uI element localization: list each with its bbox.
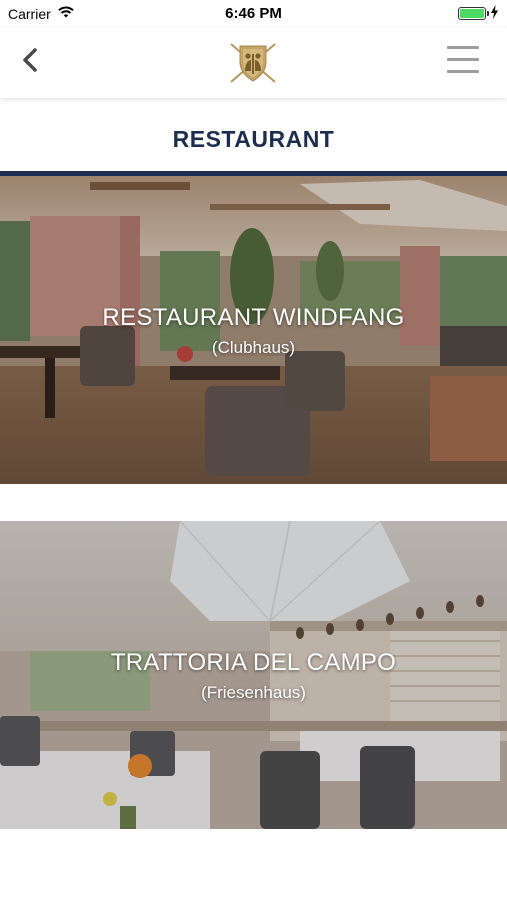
status-time: 6:46 PM bbox=[225, 5, 282, 22]
restaurant-card-trattoria[interactable]: TRATTORIA DEL CAMPO (Friesenhaus) bbox=[0, 521, 507, 829]
hamburger-menu-icon bbox=[447, 46, 479, 49]
status-bar: Carrier 6:46 PM bbox=[0, 0, 507, 28]
nav-bar bbox=[0, 28, 507, 98]
hamburger-menu-button[interactable] bbox=[447, 46, 481, 76]
restaurant-name: RESTAURANT WINDFANG bbox=[102, 304, 405, 331]
restaurant-windfang-text: RESTAURANT WINDFANG (Clubhaus) bbox=[0, 304, 507, 358]
restaurant-location: (Friesenhaus) bbox=[201, 683, 306, 702]
trattoria-text: TRATTORIA DEL CAMPO (Friesenhaus) bbox=[0, 649, 507, 703]
restaurant-location: (Clubhaus) bbox=[211, 338, 296, 357]
back-button[interactable] bbox=[12, 44, 48, 80]
status-right bbox=[458, 5, 499, 22]
battery-icon bbox=[458, 7, 489, 20]
restaurant-name: TRATTORIA DEL CAMPO bbox=[110, 649, 397, 676]
restaurant-card-windfang[interactable]: RESTAURANT WINDFANG (Clubhaus) bbox=[0, 176, 507, 484]
page-title: RESTAURANT bbox=[172, 126, 335, 152]
chevron-left-icon bbox=[20, 46, 40, 79]
club-crest-logo bbox=[228, 40, 278, 84]
charging-icon bbox=[490, 5, 499, 22]
